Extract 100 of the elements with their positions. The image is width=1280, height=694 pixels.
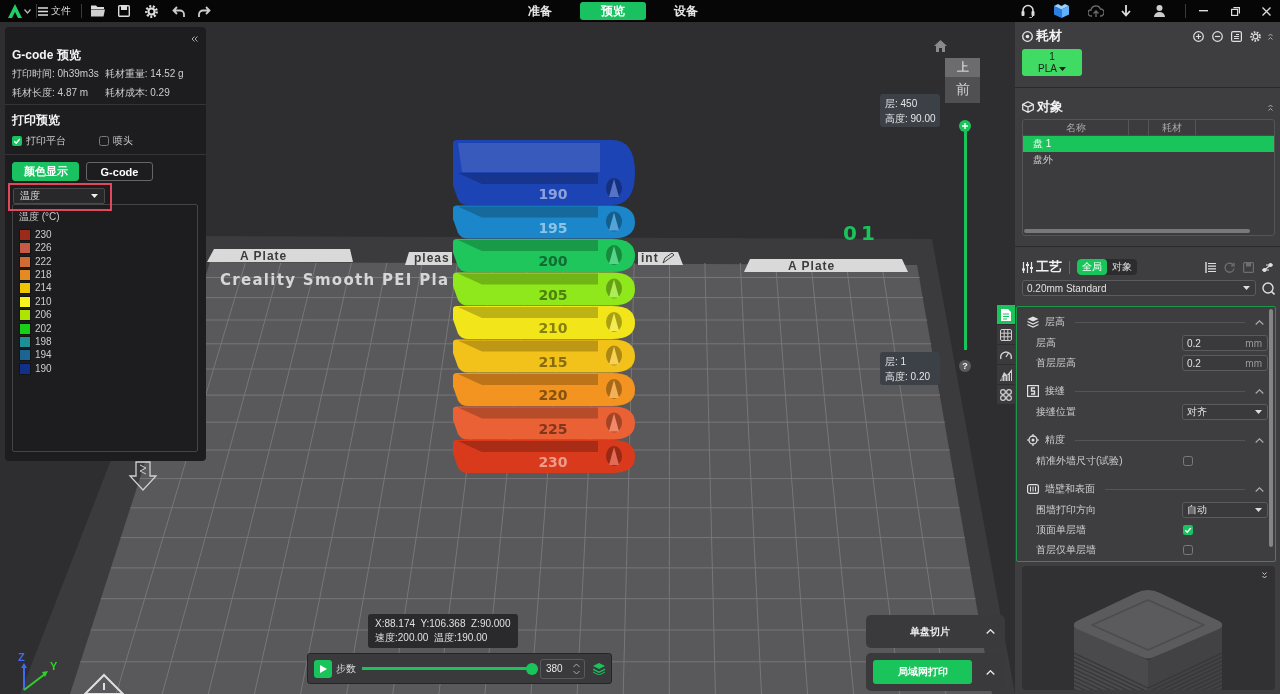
circles-icon (1000, 388, 1012, 401)
column-header: 名称 (1065, 120, 1086, 135)
setting-label: 顶面单层墙 (1036, 523, 1087, 537)
group-title: 精度 (1045, 433, 1065, 447)
list-icon[interactable] (1205, 261, 1216, 273)
object-row[interactable]: 盘外 (1023, 152, 1274, 168)
mode-tab[interactable]: 设备 (662, 2, 710, 20)
step-slider-thumb[interactable] (526, 662, 538, 675)
headset-icon[interactable] (1021, 4, 1035, 18)
caret-down-icon (1058, 66, 1066, 71)
caret-up-icon[interactable] (1255, 486, 1264, 492)
plate-type-label: Creality Smooth PEI Pla (220, 271, 448, 289)
legend-label: 210 (35, 295, 52, 308)
stepper-icon[interactable] (573, 662, 580, 675)
filament-chip[interactable]: 1 PLA (1022, 49, 1082, 76)
checkbox[interactable] (1183, 456, 1193, 466)
remove-icon[interactable] (1212, 30, 1223, 42)
menu-icon (38, 6, 48, 16)
minimize-icon[interactable] (1199, 10, 1208, 12)
scope-tab[interactable]: 对象 (1107, 259, 1137, 275)
panel-title: G-code 预览 (12, 47, 81, 63)
home-icon[interactable] (934, 40, 947, 52)
color-scheme-dropdown[interactable]: 温度 (13, 188, 105, 204)
add-icon[interactable] (1193, 30, 1204, 42)
setting-label: 层高 (1036, 336, 1057, 350)
section-title: 耗材 (1036, 28, 1062, 44)
redo-icon[interactable] (198, 5, 211, 17)
play-button[interactable] (314, 659, 332, 678)
side-tab[interactable] (997, 385, 1015, 404)
select-dropdown[interactable]: 自动 (1182, 502, 1268, 518)
layers-icon[interactable] (593, 662, 605, 675)
collapse-icon[interactable] (1268, 103, 1273, 111)
tower-tier: 190 (453, 140, 635, 205)
user-icon[interactable] (1154, 5, 1165, 17)
tower-tier: 200 (453, 239, 635, 272)
preset-dropdown[interactable]: 0.20mm Standard (1022, 280, 1256, 296)
edit-icon[interactable] (1231, 30, 1242, 42)
checkbox[interactable] (1183, 525, 1193, 535)
checkbox-label: 喷头 (113, 134, 133, 148)
close-icon[interactable] (1262, 6, 1271, 16)
section-title: 工艺 (1036, 259, 1062, 275)
checkbox[interactable] (12, 136, 22, 146)
tower-tier: 195 (453, 205, 635, 239)
number-field[interactable]: 0.2 mm (1182, 335, 1268, 351)
tower-tier: 205 (453, 272, 635, 306)
legend-label: 190 (35, 362, 52, 375)
tower-tier: 225 (453, 406, 635, 440)
number-field[interactable]: 0.2 mm (1182, 355, 1268, 371)
help-button[interactable]: ? (959, 360, 971, 372)
link-icon[interactable] (1262, 261, 1273, 273)
app-logo-icon[interactable] (8, 4, 22, 18)
caret-up-icon[interactable] (1255, 388, 1264, 394)
expand-icon[interactable] (1262, 572, 1267, 579)
legend-label: 222 (35, 255, 52, 268)
side-tab[interactable] (997, 345, 1015, 364)
file-menu-button[interactable]: 文件 (38, 4, 78, 18)
side-tab[interactable] (997, 365, 1015, 384)
tooltip-text: X:88.174 Y:106.368 Z:90.000 (375, 617, 511, 631)
view-cube-face[interactable]: 上 (945, 58, 980, 77)
cube-logo-icon[interactable] (1054, 4, 1069, 18)
collapse-icon[interactable] (191, 36, 198, 42)
slice-plate-button[interactable]: 单盘切片 (866, 621, 980, 642)
checkbox-label: 打印平台 (26, 134, 66, 148)
caret-down-icon (1255, 508, 1262, 512)
checkbox[interactable] (99, 136, 109, 146)
select-dropdown[interactable]: 对齐 (1182, 404, 1268, 420)
scrollbar[interactable] (1024, 229, 1250, 233)
setting-label: 精准外墙尺寸(试验) (1036, 454, 1124, 468)
checkbox[interactable] (1183, 545, 1193, 555)
side-tab[interactable] (997, 325, 1015, 344)
scrollbar[interactable] (1269, 309, 1273, 547)
play-icon (319, 664, 327, 673)
settings-icon[interactable] (1250, 30, 1261, 42)
legend-label: 230 (35, 229, 52, 241)
tooltip-text: 高度: 0.20 (885, 370, 931, 384)
folder-icon[interactable] (91, 5, 105, 17)
caret-up-icon[interactable] (1255, 319, 1264, 325)
plate-label: pleas (405, 251, 452, 265)
search-icon[interactable] (1262, 281, 1275, 295)
restore-icon[interactable] (1231, 6, 1240, 16)
legend-label: 226 (35, 242, 52, 255)
stat-text: 耗材重量: 14.52 g (104, 67, 184, 81)
caret-down-icon (91, 194, 98, 198)
caret-down-icon[interactable] (24, 8, 31, 14)
caret-up-icon[interactable] (1255, 437, 1264, 443)
undo-icon[interactable] (172, 5, 185, 17)
axis-label: Y (50, 660, 58, 672)
layer-slider-thumb[interactable] (959, 120, 971, 132)
stat-text: 打印时间: 0h39m3s (12, 67, 99, 81)
step-input[interactable]: 380 (540, 658, 585, 679)
cloud-upload-icon[interactable] (1088, 5, 1104, 17)
view-cube-face[interactable]: 前 (945, 77, 980, 103)
spool-icon (1022, 30, 1033, 42)
section-title: 打印预览 (12, 112, 60, 128)
mode-tab[interactable]: 准备 (516, 2, 564, 20)
collapse-icon[interactable] (1268, 32, 1273, 40)
download-icon[interactable] (1121, 5, 1131, 17)
step-label: 步数 (336, 661, 356, 676)
view-mode-tab[interactable]: G-code (86, 162, 153, 181)
settings-icon[interactable] (145, 4, 158, 18)
